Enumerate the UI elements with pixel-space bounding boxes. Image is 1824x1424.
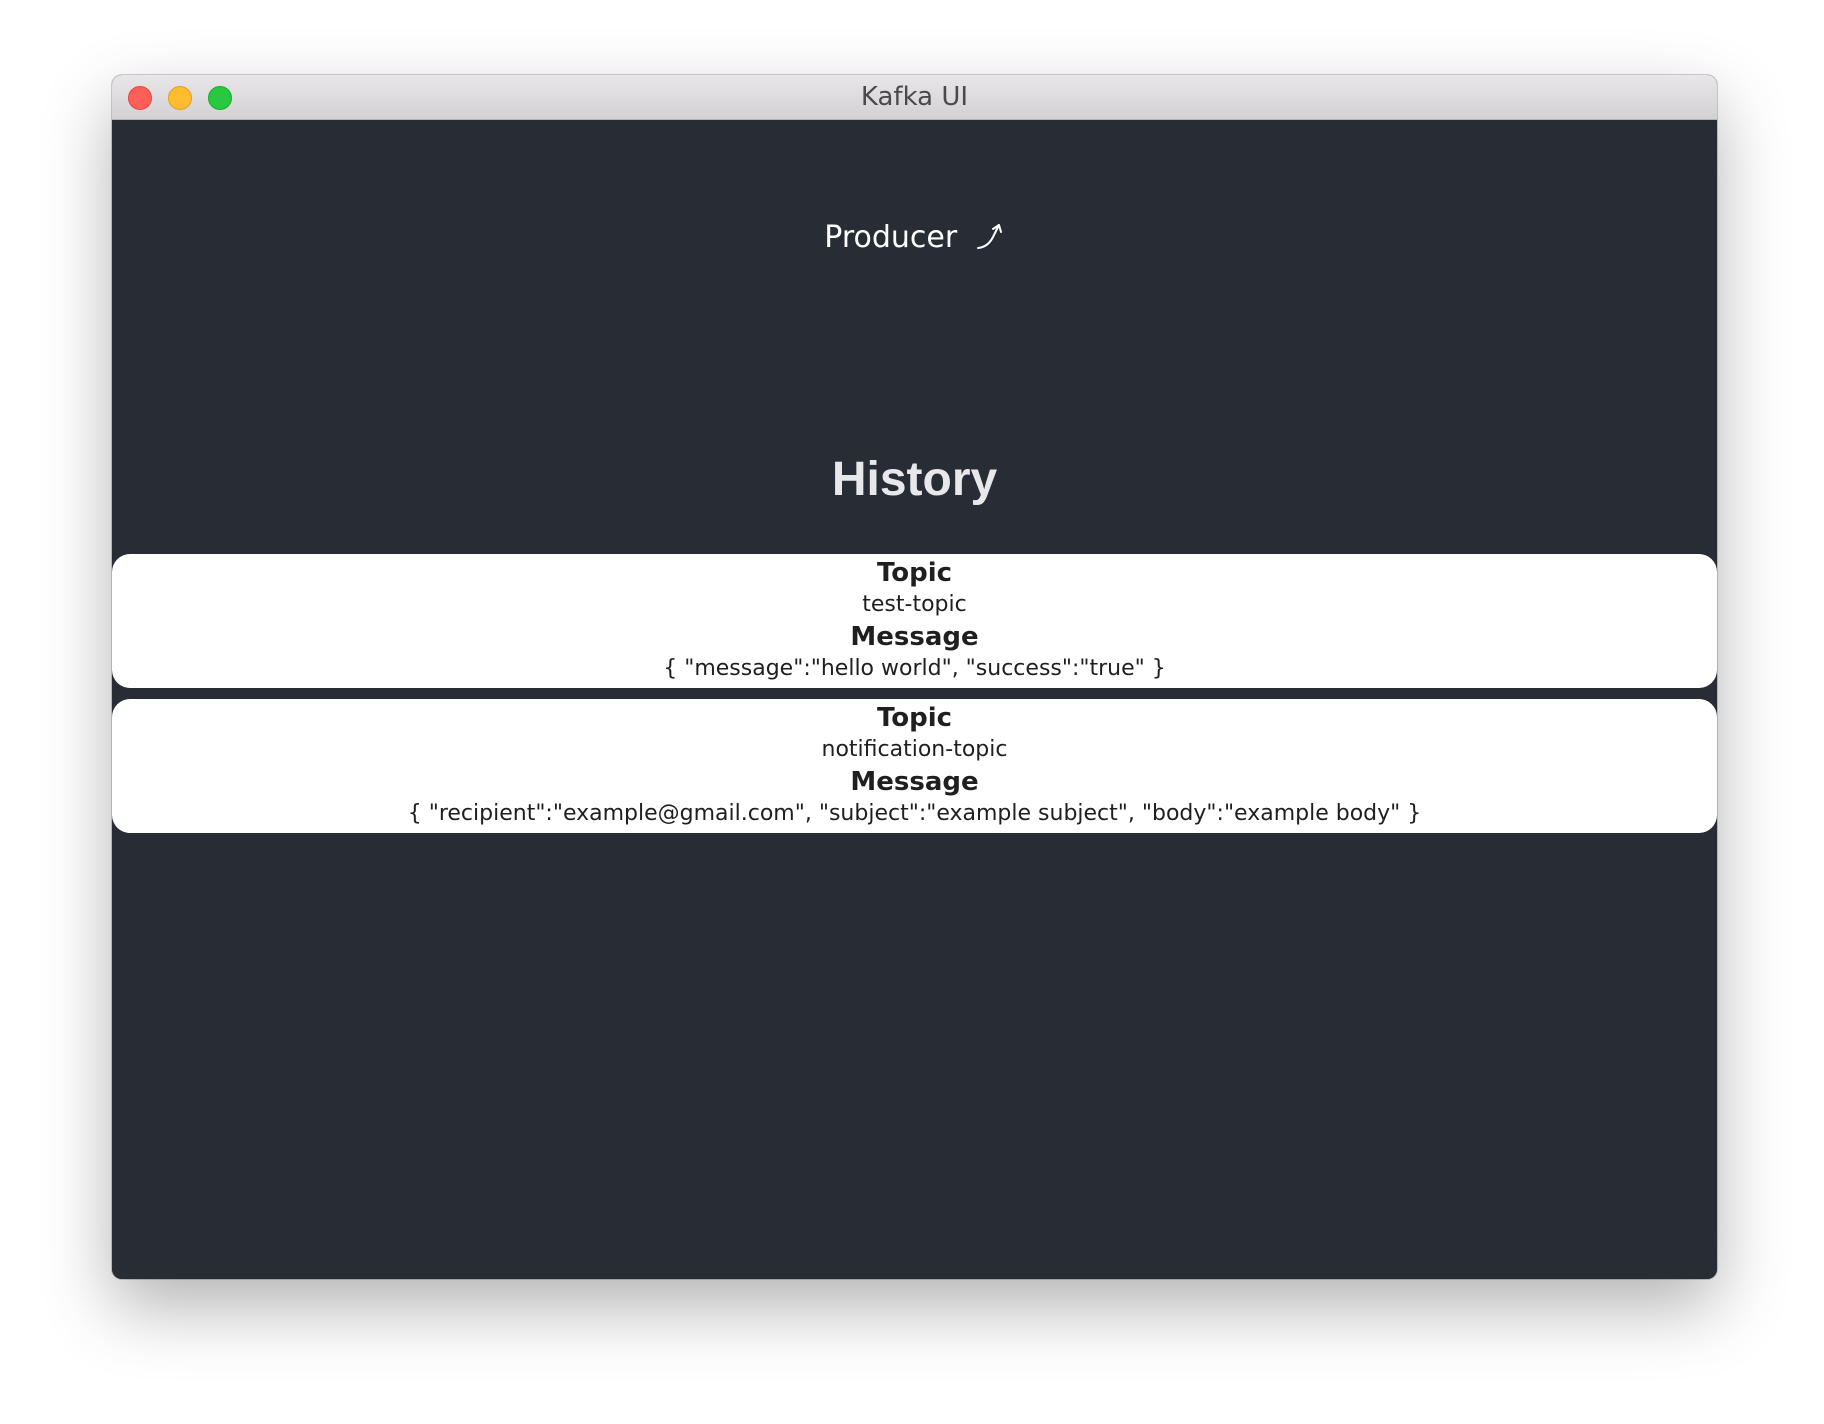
message-label: Message xyxy=(850,767,979,797)
history-heading: History xyxy=(831,453,998,506)
history-item: Topic notification-topic Message { "reci… xyxy=(112,699,1717,833)
title-bar[interactable]: Kafka UI xyxy=(112,75,1717,120)
topic-value: notification-topic xyxy=(821,737,1008,762)
message-label: Message xyxy=(850,622,979,652)
main-content: Producer History Topic test-topic Messag… xyxy=(112,120,1717,1279)
producer-link-label: Producer xyxy=(824,220,958,255)
history-list: Topic test-topic Message { "message":"he… xyxy=(112,554,1717,844)
history-item: Topic test-topic Message { "message":"he… xyxy=(112,554,1717,688)
arrow-up-right-curved-icon xyxy=(975,221,1005,259)
topic-value: test-topic xyxy=(862,592,967,617)
topic-label: Topic xyxy=(876,558,953,588)
producer-link[interactable]: Producer xyxy=(112,220,1717,259)
message-value: { "message":"hello world", "success":"tr… xyxy=(663,656,1166,681)
message-value: { "recipient":"example@gmail.com", "subj… xyxy=(407,801,1422,826)
app-window: Kafka UI Producer History Topic test-top… xyxy=(112,75,1717,1279)
topic-label: Topic xyxy=(876,703,953,733)
window-title: Kafka UI xyxy=(860,82,969,112)
